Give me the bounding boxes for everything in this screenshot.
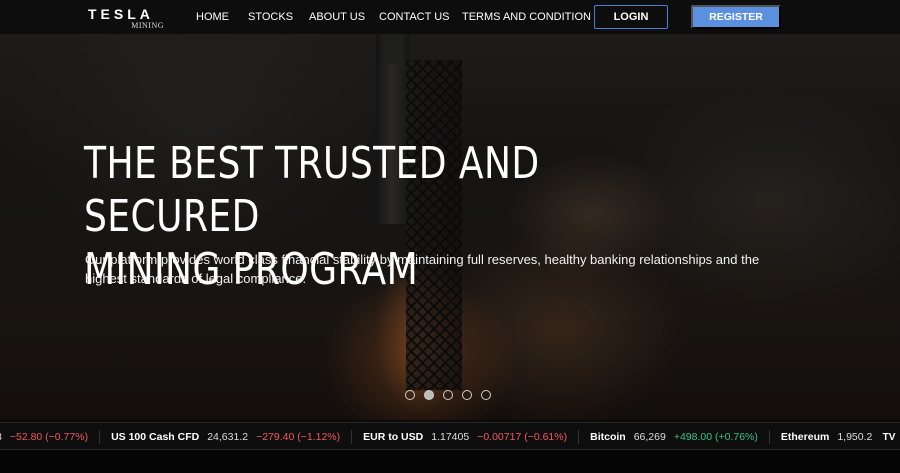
nav-link-about-us[interactable]: ABOUT US bbox=[309, 11, 365, 23]
login-button[interactable]: LOGIN bbox=[594, 5, 668, 29]
ticker-item-name: Ethereum bbox=[780, 431, 830, 443]
ticker-item-name: Bitcoin bbox=[590, 431, 626, 443]
ticker-item[interactable]: EUR to USD 1.17405 −0.00717 (−0.61%) bbox=[352, 430, 580, 444]
ticker-item-price: 1,950.2 bbox=[837, 431, 873, 443]
carousel-dots bbox=[405, 390, 491, 400]
top-navbar: TESLA MINING HOME STOCKS ABOUT US CONTAC… bbox=[0, 0, 900, 34]
carousel-dot[interactable] bbox=[424, 390, 434, 400]
nav-link-contact-us[interactable]: CONTACT US bbox=[379, 11, 450, 23]
hero-background: THE BEST TRUSTED AND SECURED MINING PROG… bbox=[0, 0, 900, 420]
ticker-item-change: −0.00717 (−0.61%) bbox=[477, 431, 568, 443]
market-ticker[interactable]: 3−52.80 (−0.77%)US 100 Cash CFD24,631.2−… bbox=[0, 422, 900, 450]
ticker-item-change: −52.80 (−0.77%) bbox=[9, 431, 89, 443]
carousel-dot[interactable] bbox=[481, 390, 491, 400]
ticker-item-name: US 100 Cash CFD bbox=[111, 431, 200, 443]
ticker-track: 3−52.80 (−0.77%)US 100 Cash CFD24,631.2−… bbox=[0, 423, 900, 449]
carousel-dot[interactable] bbox=[405, 390, 415, 400]
nav-link-home[interactable]: HOME bbox=[196, 11, 229, 23]
ticker-item-price: 66,269 bbox=[633, 431, 666, 443]
hero-headline-line1: THE BEST TRUSTED AND SECURED bbox=[84, 138, 540, 242]
ticker-item-name: EUR to USD bbox=[363, 431, 424, 443]
nav-link-terms[interactable]: TERMS AND CONDITION bbox=[462, 11, 591, 23]
ticker-item[interactable]: US 100 Cash CFD 24,631.2 −279.40 (−1.12%) bbox=[100, 430, 353, 444]
brand-logo[interactable]: TESLA MINING bbox=[88, 7, 166, 31]
hero-subtext: Our platform provides world class financ… bbox=[85, 252, 760, 286]
brand-logo-sub: MINING bbox=[131, 21, 164, 30]
ticker-item[interactable]: 3 −52.80 (−0.77%) bbox=[0, 430, 101, 444]
ticker-item-price: 3 bbox=[0, 431, 2, 443]
ticker-item-price: 1.17405 bbox=[431, 431, 470, 443]
ticker-item-price: 24,631.2 bbox=[207, 431, 249, 443]
carousel-dot[interactable] bbox=[443, 390, 453, 400]
ticker-item-change: +498.00 (+0.76%) bbox=[673, 431, 758, 443]
footer-strip bbox=[0, 450, 900, 473]
ticker-item-change: −279.40 (−1.12%) bbox=[256, 431, 341, 443]
tradingview-logo-icon[interactable]: TV bbox=[878, 427, 900, 447]
ticker-item[interactable]: Bitcoin 66,269 +498.00 (+0.76%) bbox=[579, 430, 770, 444]
carousel-dot[interactable] bbox=[462, 390, 472, 400]
nav-link-stocks[interactable]: STOCKS bbox=[248, 11, 293, 23]
brand-logo-word: TESLA bbox=[88, 6, 154, 22]
register-button[interactable]: REGISTER bbox=[691, 5, 781, 29]
